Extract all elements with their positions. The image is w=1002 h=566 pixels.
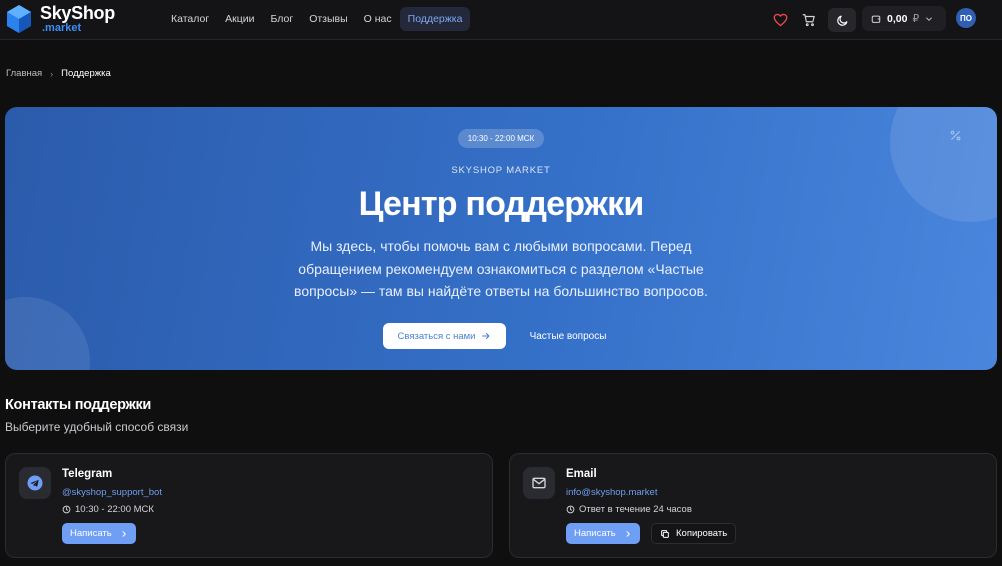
clock-icon [566, 505, 575, 514]
balance-dropdown[interactable]: 0,00 ₽ [862, 6, 946, 31]
contact-us-button[interactable]: Связаться с нами [383, 323, 506, 349]
nav-item-reviews[interactable]: Отзывы [301, 7, 355, 31]
logo-cube-icon [7, 5, 31, 33]
telegram-link[interactable]: @skyshop_support_bot [62, 487, 162, 498]
balance-amount: 0,00 [887, 12, 908, 25]
card-title: Email [566, 468, 597, 480]
clock-icon [62, 505, 71, 514]
decorative-circle [5, 297, 90, 370]
logo[interactable]: SkyShop .market [6, 4, 115, 34]
logo-title: SkyShop [40, 3, 115, 23]
copy-email-button[interactable]: Копировать [651, 523, 737, 544]
faq-button[interactable]: Частые вопросы [514, 323, 622, 349]
main-nav: Каталог Акции Блог Отзывы О нас Поддержк… [163, 7, 471, 31]
cart-icon [802, 14, 815, 27]
contact-card-telegram: Telegram @skyshop_support_bot 10:30 - 22… [5, 453, 493, 558]
user-avatar[interactable]: ПО [956, 8, 976, 28]
hero-description: Мы здесь, чтобы помочь вам с любыми вопр… [294, 238, 708, 299]
mail-icon-wrapper [523, 467, 555, 499]
card-title: Telegram [62, 468, 113, 480]
logo-subtitle: .market [42, 22, 82, 34]
page-title: Центр поддержки [358, 185, 645, 223]
chevron-down-icon [926, 17, 932, 21]
contact-card-email: Email info@skyshop.market Ответ в течени… [509, 453, 997, 558]
top-header: SkyShop .market Каталог Акции Блог Отзыв… [0, 0, 1002, 40]
chevron-right-icon: › [50, 68, 54, 79]
card-response-time: Ответ в течение 24 часов [566, 504, 692, 515]
arrow-right-icon [481, 331, 491, 341]
breadcrumb-current: Поддержка [61, 68, 111, 79]
breadcrumb: Главная › Поддержка [6, 68, 111, 79]
write-email-button[interactable]: Написать [566, 523, 640, 544]
moon-icon [836, 15, 847, 26]
chevron-right-icon [120, 530, 128, 538]
chevron-right-icon [624, 530, 632, 538]
nav-item-catalog[interactable]: Каталог [163, 7, 217, 31]
copy-label: Копировать [676, 528, 728, 539]
telegram-icon-wrapper [19, 467, 51, 499]
breadcrumb-home[interactable]: Главная [6, 68, 42, 79]
working-hours-badge: 10:30 - 22:00 МСК [458, 129, 544, 148]
write-label: Написать [70, 528, 112, 539]
nav-item-about[interactable]: О нас [356, 7, 400, 31]
support-hero: 10:30 - 22:00 МСК SKYSHOP MARKET Центр п… [5, 107, 997, 370]
card-hours: 10:30 - 22:00 МСК [62, 504, 154, 515]
contacts-subtitle: Выберите удобный способ связи [5, 420, 189, 434]
card-meta-text: Ответ в течение 24 часов [579, 504, 692, 515]
theme-toggle-button[interactable] [828, 8, 856, 32]
copy-icon [661, 529, 669, 538]
cart-button[interactable] [797, 8, 821, 32]
balance-currency: ₽ [912, 12, 920, 25]
write-label: Написать [574, 528, 616, 539]
telegram-icon [27, 475, 43, 491]
contacts-title: Контакты поддержки [5, 397, 152, 413]
mail-icon [532, 477, 546, 489]
nav-item-blog[interactable]: Блог [263, 7, 302, 31]
wallet-icon [871, 15, 881, 23]
contact-us-label: Связаться с нами [397, 330, 476, 342]
percent-icon [950, 130, 961, 141]
favorites-button[interactable] [768, 8, 792, 32]
hero-brand-label: SKYSHOP MARKET [451, 165, 551, 176]
write-telegram-button[interactable]: Написать [62, 523, 136, 544]
nav-item-promotions[interactable]: Акции [217, 7, 262, 31]
card-meta-text: 10:30 - 22:00 МСК [75, 504, 154, 515]
heart-icon [773, 13, 787, 27]
email-link[interactable]: info@skyshop.market [566, 487, 657, 498]
nav-item-support[interactable]: Поддержка [399, 7, 471, 31]
